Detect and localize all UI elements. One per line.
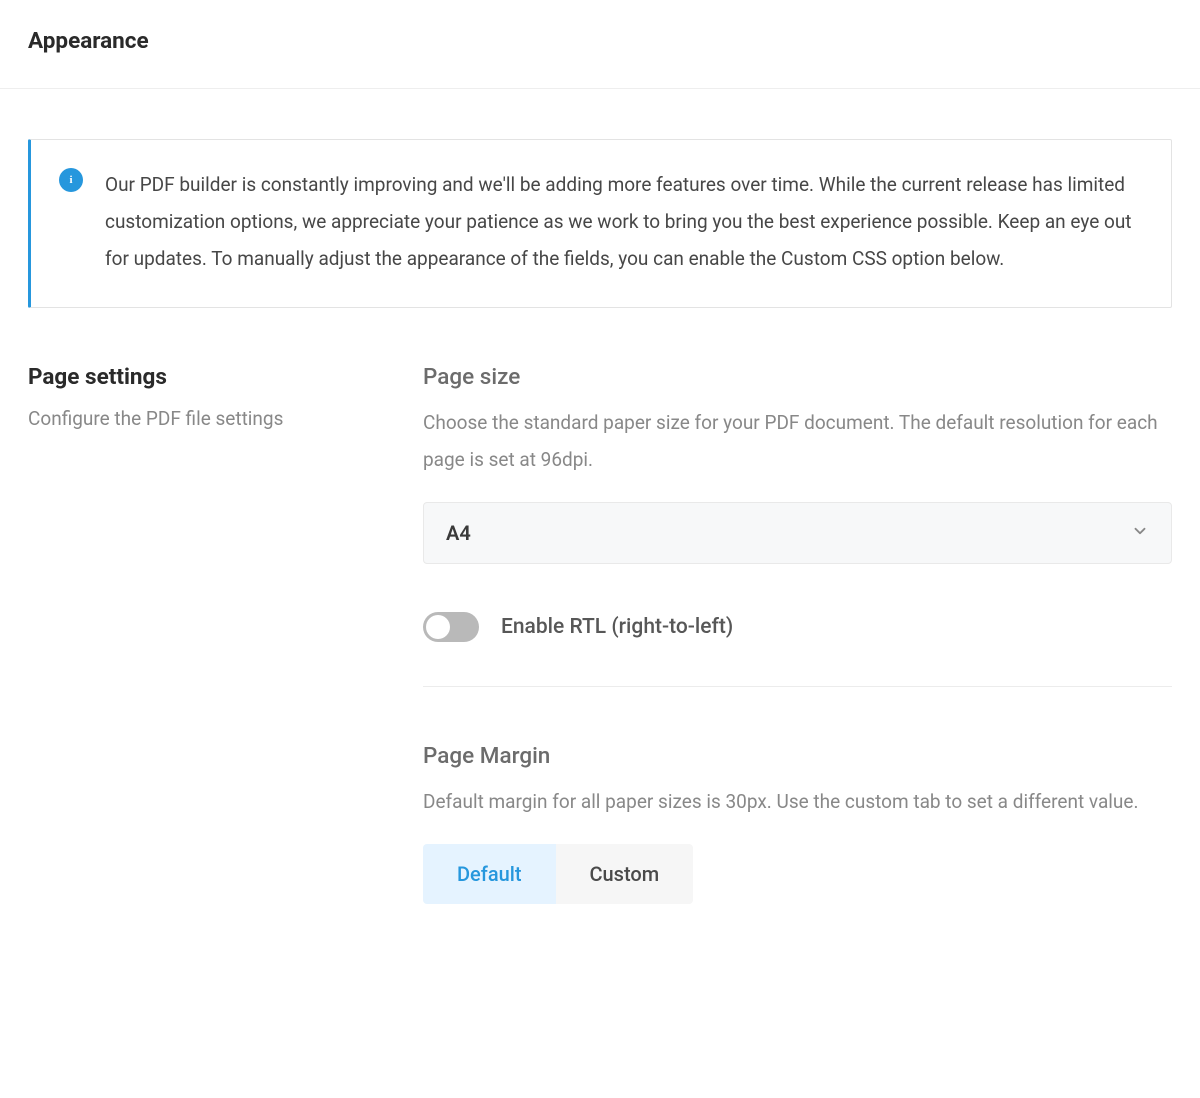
page-title: Appearance — [28, 28, 1172, 54]
rtl-toggle-label: Enable RTL (right-to-left) — [501, 615, 733, 639]
toggle-knob — [426, 615, 450, 639]
settings-row: Page settings Configure the PDF file set… — [28, 364, 1172, 904]
header: Appearance — [0, 0, 1200, 89]
page-margin-tabs: Default Custom — [423, 844, 693, 904]
page-size-value: A4 — [446, 521, 471, 545]
settings-right-column: Page size Choose the standard paper size… — [423, 364, 1172, 904]
info-banner-text: Our PDF builder is constantly improving … — [105, 166, 1141, 277]
settings-left-column: Page settings Configure the PDF file set… — [28, 364, 423, 904]
divider — [423, 686, 1172, 687]
page-settings-title: Page settings — [28, 364, 423, 390]
page-size-description: Choose the standard paper size for your … — [423, 404, 1172, 478]
tab-default[interactable]: Default — [423, 844, 556, 904]
info-banner: i Our PDF builder is constantly improvin… — [28, 139, 1172, 308]
page-margin-label: Page Margin — [423, 743, 1172, 769]
tab-custom[interactable]: Custom — [556, 844, 694, 904]
page-size-label: Page size — [423, 364, 1172, 390]
page-size-select[interactable]: A4 — [423, 502, 1172, 564]
page-margin-description: Default margin for all paper sizes is 30… — [423, 783, 1172, 820]
rtl-toggle[interactable] — [423, 612, 479, 642]
rtl-toggle-row: Enable RTL (right-to-left) — [423, 612, 1172, 642]
info-icon: i — [59, 168, 83, 192]
content: i Our PDF builder is constantly improvin… — [0, 89, 1200, 944]
chevron-down-icon — [1131, 522, 1149, 544]
page-settings-subtitle: Configure the PDF file settings — [28, 404, 423, 434]
